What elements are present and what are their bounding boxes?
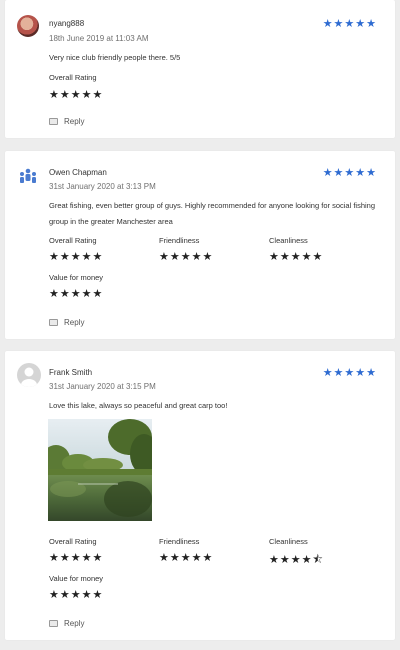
rating-stars-overall: ★★★★★	[49, 552, 104, 564]
reviewer-name[interactable]: Owen Chapman	[49, 168, 107, 177]
overall-star-rating: ★★★★★	[322, 167, 377, 179]
rating-label-cleanliness: Cleanliness	[269, 236, 308, 245]
rating-label-value: Value for money	[49, 273, 104, 282]
lake-photo	[48, 419, 152, 521]
reviewer-name[interactable]: nyang888	[49, 19, 84, 28]
reply-button[interactable]: Reply	[49, 318, 84, 327]
default-user-avatar[interactable]	[17, 363, 41, 387]
rating-stars-value: ★★★★★	[49, 288, 104, 300]
overall-star-rating: ★★★★★	[322, 367, 377, 379]
review-text: Love this lake, always so peaceful and g…	[49, 401, 228, 410]
reply-button[interactable]: Reply	[49, 117, 84, 126]
group-people-icon[interactable]	[17, 166, 39, 188]
review-card: Frank Smith 31st January 2020 at 3:15 PM…	[5, 351, 395, 640]
rating-label-overall: Overall Rating	[49, 537, 97, 546]
reply-label: Reply	[64, 619, 85, 628]
reviewer-name[interactable]: Frank Smith	[49, 368, 92, 377]
user-avatar[interactable]	[17, 15, 39, 37]
reply-label: Reply	[64, 318, 85, 327]
comment-icon	[49, 620, 58, 627]
review-text: Very nice club friendly people there. 5/…	[49, 53, 181, 62]
review-text: Great fishing, even better group of guys…	[49, 201, 376, 226]
group-people-icon-svg	[20, 168, 36, 183]
overall-star-rating: ★★★★★	[322, 18, 377, 30]
rating-stars-cleanliness: ★★★★⯪	[269, 554, 324, 566]
rating-label-friendliness: Friendliness	[159, 236, 200, 245]
review-card: nyang888 18th June 2019 at 11:03 AM ★★★★…	[5, 0, 395, 138]
rating-stars-overall: ★★★★★	[49, 251, 104, 263]
comment-icon	[49, 319, 58, 326]
rating-label-overall: Overall Rating	[49, 236, 97, 245]
rating-label-overall: Overall Rating	[49, 73, 97, 82]
review-date: 31st January 2020 at 3:13 PM	[49, 182, 156, 191]
reply-label: Reply	[64, 117, 85, 126]
comment-icon	[49, 118, 58, 125]
rating-label-cleanliness: Cleanliness	[269, 537, 308, 546]
rating-stars-value: ★★★★★	[49, 589, 104, 601]
rating-stars-friendliness: ★★★★★	[159, 251, 214, 263]
rating-stars-friendliness: ★★★★★	[159, 552, 214, 564]
rating-stars-overall: ★★★★★	[49, 89, 104, 101]
rating-label-value: Value for money	[49, 574, 104, 583]
rating-label-friendliness: Friendliness	[159, 537, 200, 546]
review-photo[interactable]	[48, 419, 152, 521]
review-card: Owen Chapman 31st January 2020 at 3:13 P…	[5, 151, 395, 339]
review-date: 31st January 2020 at 3:15 PM	[49, 382, 156, 391]
rating-stars-cleanliness: ★★★★★	[269, 251, 324, 263]
reply-button[interactable]: Reply	[49, 619, 84, 628]
review-date: 18th June 2019 at 11:03 AM	[49, 34, 149, 43]
default-user-avatar-svg	[21, 367, 37, 387]
